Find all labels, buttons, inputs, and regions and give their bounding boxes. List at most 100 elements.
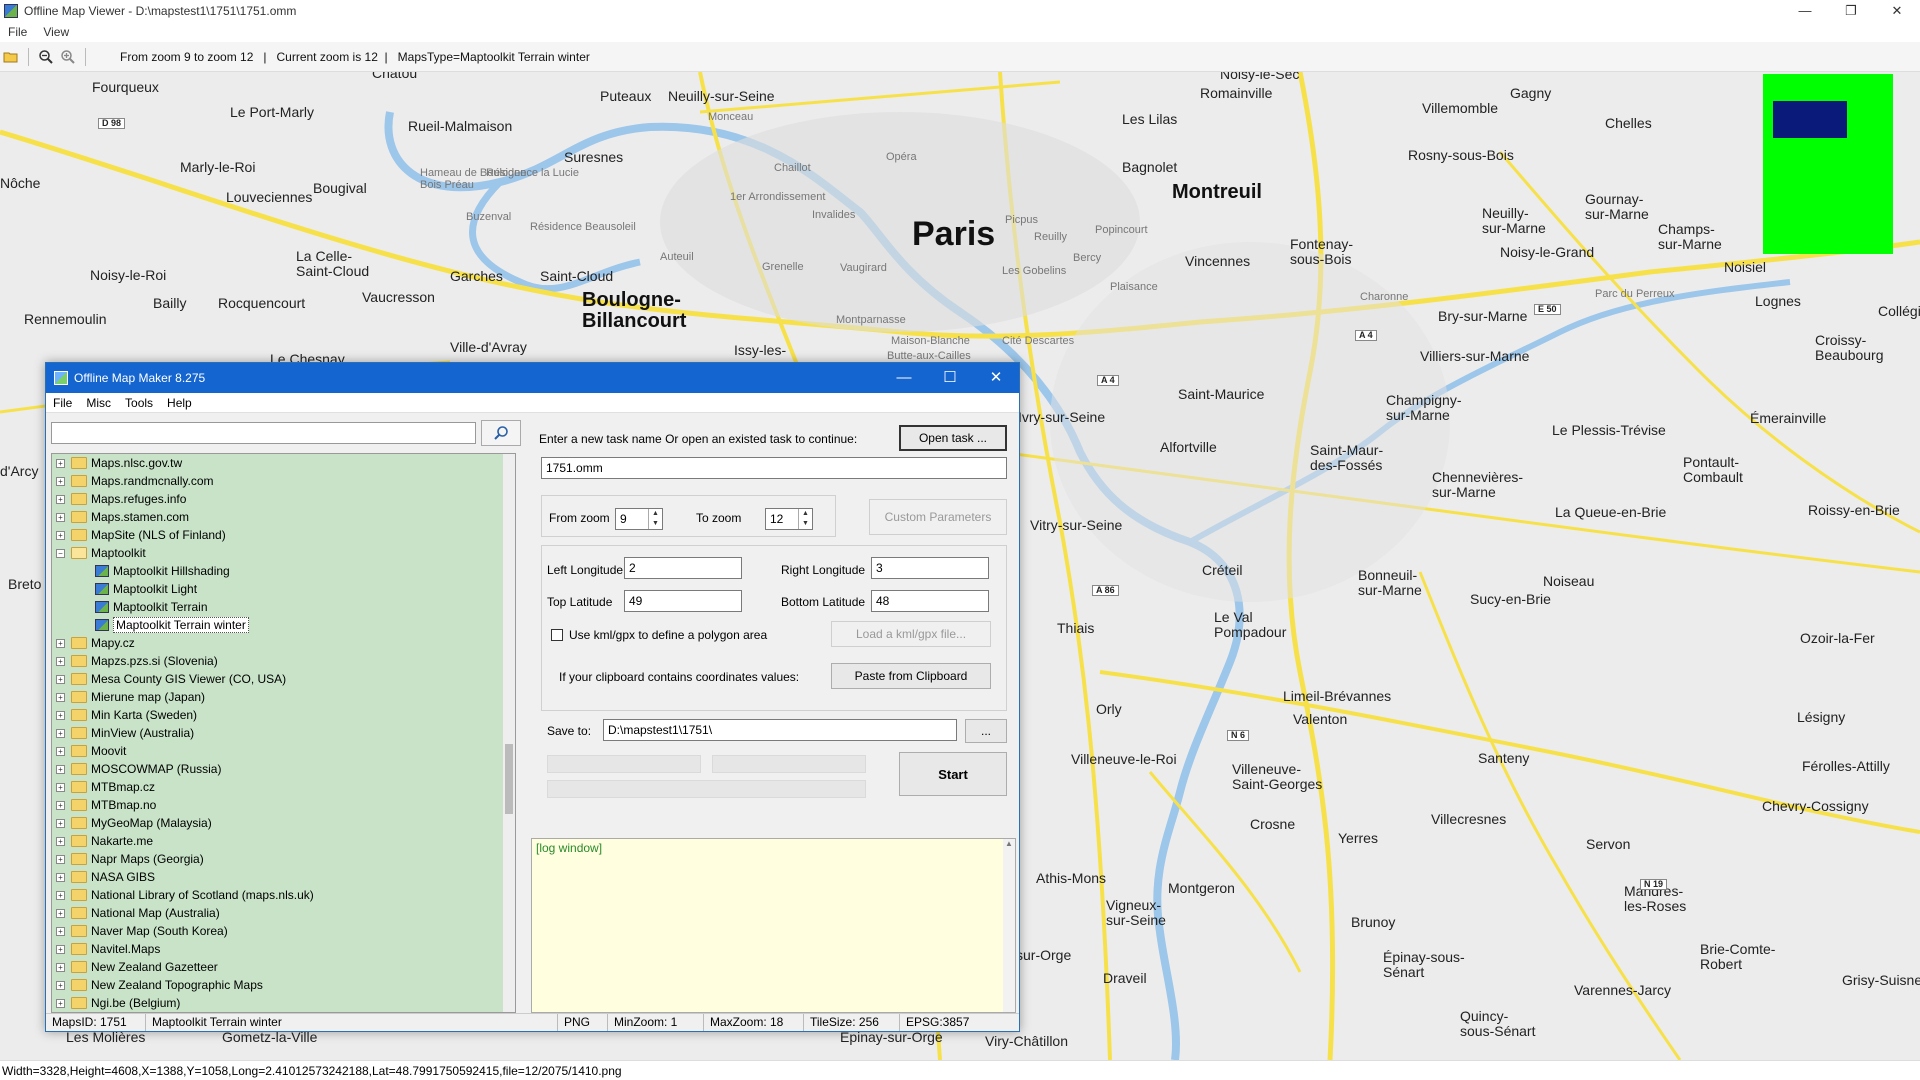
tree-item[interactable]: + MapSite (NLS of Finland) [52,526,515,544]
scroll-up-icon[interactable]: ▲ [1005,839,1013,848]
from-zoom-stepper[interactable]: 9 ▲ ▼ [615,508,663,530]
map-source-tree[interactable]: + Maps.nlsc.gov.tw + Maps.randmcnally.com + M… [51,453,516,1013]
search-button[interactable] [481,420,521,446]
expand-icon[interactable]: + [56,746,65,756]
expand-icon[interactable]: + [56,458,65,468]
tree-item[interactable]: Maptoolkit Terrain [52,598,515,616]
omm-menu-tools[interactable]: Tools [118,396,160,410]
menu-view[interactable]: View [35,25,77,39]
tree-item[interactable]: Maptoolkit Terrain winter [52,616,515,634]
omm-maximize-icon[interactable]: ☐ [927,363,973,393]
open-task-button[interactable]: Open task ... [899,425,1007,451]
omm-menu-misc[interactable]: Misc [79,396,118,410]
tree-item[interactable]: + Naver Map (South Korea) [52,922,515,940]
tree-item[interactable]: + Ngi.be (Belgium) [52,994,515,1012]
tree-item[interactable]: + NASA GIBS [52,868,515,886]
expand-icon[interactable]: + [56,494,65,504]
expand-icon[interactable]: + [56,728,65,738]
to-zoom-stepper[interactable]: 12 ▲ ▼ [765,508,813,530]
omm-titlebar[interactable]: Offline Map Maker 8.275 — ☐ ✕ [46,363,1019,393]
expand-icon[interactable]: + [56,674,65,684]
expand-icon[interactable]: + [56,926,65,936]
custom-parameters-button[interactable]: Custom Parameters [869,499,1007,535]
expand-icon[interactable]: + [56,800,65,810]
tree-item[interactable]: + Mierune map (Japan) [52,688,515,706]
paste-from-clipboard-button[interactable]: Paste from Clipboard [831,663,991,689]
tree-item[interactable]: + National Map (Australia) [52,904,515,922]
expand-icon[interactable]: + [56,944,65,954]
task-name-input[interactable]: 1751.omm [541,457,1007,479]
expand-icon[interactable]: + [56,692,65,702]
omm-menu-help[interactable]: Help [160,396,199,410]
expand-icon[interactable]: + [56,818,65,828]
tree-item[interactable]: Maptoolkit Hillshading [52,562,515,580]
close-icon[interactable]: ✕ [1874,0,1920,22]
omm-menu-file[interactable]: File [46,396,79,410]
expand-icon[interactable]: + [56,854,65,864]
log-scrollbar[interactable]: ▲ [1003,839,1015,1012]
tree-scrollbar[interactable] [503,454,515,1012]
tree-item[interactable]: + New Zealand Topographic Maps [52,976,515,994]
expand-icon[interactable]: + [56,764,65,774]
tree-item[interactable]: + Mapy.cz [52,634,515,652]
load-kml-button[interactable]: Load a kml/gpx file... [831,621,991,647]
omm-close-icon[interactable]: ✕ [973,363,1019,393]
zoom-out-icon[interactable] [35,46,57,68]
search-input[interactable] [51,422,476,444]
bottom-latitude-input[interactable]: 48 [871,590,989,612]
expand-icon[interactable]: + [56,980,65,990]
kml-polygon-checkbox[interactable] [551,629,563,641]
expand-icon[interactable]: + [56,962,65,972]
tree-item[interactable]: − Maptoolkit [52,544,515,562]
tree-item[interactable]: + MTBmap.cz [52,778,515,796]
tree-item[interactable]: + Mesa County GIS Viewer (CO, USA) [52,670,515,688]
tree-item[interactable]: + Min Karta (Sweden) [52,706,515,724]
start-button[interactable]: Start [899,752,1007,796]
collapse-icon[interactable]: − [56,548,65,558]
expand-icon[interactable]: + [56,512,65,522]
tree-item[interactable]: + National Library of Scotland (maps.nls.… [52,886,515,904]
spinner-arrows-icon[interactable]: ▲ ▼ [798,509,812,529]
expand-icon[interactable]: + [56,710,65,720]
minimap[interactable] [1763,74,1893,254]
expand-icon[interactable]: + [56,656,65,666]
expand-icon[interactable]: + [56,476,65,486]
expand-icon[interactable]: + [56,872,65,882]
tree-item[interactable]: + Maps.refuges.info [52,490,515,508]
tree-item[interactable]: + MTBmap.no [52,796,515,814]
zoom-in-icon[interactable] [57,46,79,68]
left-longitude-input[interactable]: 2 [624,557,742,579]
tree-item[interactable]: + Maps.randmcnally.com [52,472,515,490]
restore-icon[interactable]: ❐ [1828,0,1874,22]
right-longitude-input[interactable]: 3 [871,557,989,579]
minimize-icon[interactable]: — [1782,0,1828,22]
save-to-input[interactable]: D:\mapstest1\1751\ [603,719,957,741]
tree-item[interactable]: + Moovit [52,742,515,760]
tree-item[interactable]: + MinView (Australia) [52,724,515,742]
tree-item[interactable]: + Maps.stamen.com [52,508,515,526]
expand-icon[interactable]: + [56,782,65,792]
menu-file[interactable]: File [0,25,35,39]
omm-minimize-icon[interactable]: — [881,363,927,393]
top-latitude-input[interactable]: 49 [624,590,742,612]
browse-button[interactable]: ... [965,719,1007,743]
expand-icon[interactable]: + [56,638,65,648]
tree-item[interactable]: + MOSCOWMAP (Russia) [52,760,515,778]
tree-item[interactable]: + Maps.nlsc.gov.tw [52,454,515,472]
expand-icon[interactable]: + [56,530,65,540]
expand-icon[interactable]: + [56,890,65,900]
expand-icon[interactable]: + [56,908,65,918]
tree-item[interactable]: + MyGeoMap (Malaysia) [52,814,515,832]
tree-item[interactable]: + Napr Maps (Georgia) [52,850,515,868]
tree-item[interactable]: + New Zealand Gazetteer [52,958,515,976]
minimap-view-rect[interactable] [1773,101,1847,138]
tree-item[interactable]: + Navitel.Maps [52,940,515,958]
tree-scrollbar-thumb[interactable] [505,744,513,814]
tree-item[interactable]: Maptoolkit Light [52,580,515,598]
tree-item[interactable]: + Nakarte.me [52,832,515,850]
open-folder-icon[interactable] [0,46,22,68]
spinner-arrows-icon[interactable]: ▲ ▼ [648,509,662,529]
tree-item[interactable]: + Mapzs.pzs.si (Slovenia) [52,652,515,670]
expand-icon[interactable]: + [56,836,65,846]
log-window[interactable]: [log window] ▲ [531,838,1016,1013]
